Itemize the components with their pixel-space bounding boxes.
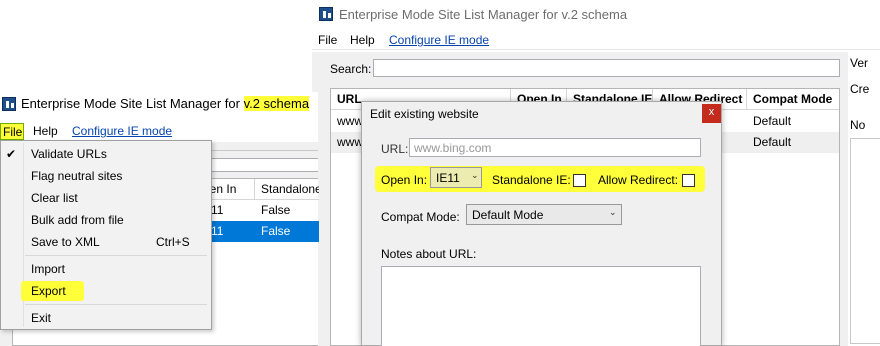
open-in-value: IE11 xyxy=(436,171,460,185)
side-notes-box[interactable] xyxy=(850,138,880,344)
file-menu: ✔ Validate URLs Flag neutral sites Clear… xyxy=(0,140,212,330)
menu-item-export[interactable]: Export xyxy=(1,280,211,302)
search-label: Search: xyxy=(330,62,372,76)
close-icon: x xyxy=(708,106,715,118)
menu-item-label: Exit xyxy=(31,311,52,325)
front-menu-bar: File Help Configure IE mode xyxy=(0,123,318,141)
search-input[interactable] xyxy=(373,59,840,77)
menu-item-label: Export xyxy=(31,284,66,298)
standalone-label: Standalone IE: xyxy=(492,173,571,187)
back-menu-help[interactable]: Help xyxy=(350,33,375,47)
back-app-icon xyxy=(319,7,333,21)
menu-item-label: Validate URLs xyxy=(31,147,107,161)
menu-item-exit[interactable]: Exit xyxy=(1,307,211,329)
row-compat: Default xyxy=(753,114,792,128)
side-label-no: No xyxy=(850,118,866,132)
chevron-down-icon: ⌄ xyxy=(609,207,617,217)
menu-item-validate-urls[interactable]: ✔ Validate URLs xyxy=(1,143,211,165)
menu-item-label: Save to XML xyxy=(31,235,100,249)
menu-item-import[interactable]: Import xyxy=(1,258,211,280)
chevron-down-icon: ⌄ xyxy=(471,170,479,180)
menu-item-label: Flag neutral sites xyxy=(31,169,123,183)
menu-separator xyxy=(25,304,207,305)
front-search-input[interactable] xyxy=(210,158,318,172)
col-header-standalone[interactable]: Standalone xyxy=(255,179,319,200)
back-window-title: Enterprise Mode Site List Manager for v.… xyxy=(339,7,628,22)
row-standalone: False xyxy=(261,224,291,238)
front-toolbar-line xyxy=(210,150,318,151)
front-app-icon xyxy=(2,97,16,111)
open-in-label: Open In: xyxy=(381,173,428,187)
menu-item-shortcut: Ctrl+S xyxy=(156,235,190,249)
edit-dialog: Edit existing website x URL: www.bing.co… xyxy=(361,101,722,346)
back-right-panel: Ver Cre No xyxy=(848,52,880,346)
row-standalone: False xyxy=(261,203,291,217)
menu-item-clear-list[interactable]: Clear list xyxy=(1,187,211,209)
front-menu-help[interactable]: Help xyxy=(33,124,58,138)
menu-item-label: Bulk add from file xyxy=(31,213,124,227)
front-title-highlight: v.2 schema xyxy=(243,96,310,111)
dialog-title: Edit existing website xyxy=(370,107,479,121)
menu-separator xyxy=(25,255,207,256)
back-menu-configure[interactable]: Configure IE mode xyxy=(389,33,489,47)
notes-textarea[interactable] xyxy=(381,266,701,346)
row-open-in: 11 xyxy=(211,224,224,238)
front-title-prefix: Enterprise Mode Site List Manager for xyxy=(21,96,244,111)
url-input[interactable]: www.bing.com xyxy=(409,138,701,157)
menu-item-label: Clear list xyxy=(31,191,78,205)
side-label-cre: Cre xyxy=(850,82,870,96)
allow-redirect-label: Allow Redirect: xyxy=(598,173,679,187)
row-open-in: 11 xyxy=(211,203,224,217)
front-window-title: Enterprise Mode Site List Manager for v.… xyxy=(21,96,310,111)
checkmark-icon: ✔ xyxy=(6,147,17,161)
compat-label: Compat Mode: xyxy=(381,210,460,224)
back-menu-bar: File Help Configure IE mode xyxy=(312,30,880,50)
front-menu-configure[interactable]: Configure IE mode xyxy=(72,124,172,138)
url-label: URL: xyxy=(381,142,409,156)
row-compat: Default xyxy=(753,135,792,149)
menu-item-bulk-add[interactable]: Bulk add from file xyxy=(1,209,211,231)
open-in-dropdown[interactable]: IE11 ⌄ xyxy=(430,167,482,188)
dialog-close-button[interactable]: x xyxy=(702,104,721,123)
back-menu-file[interactable]: File xyxy=(318,33,337,47)
col-header-compat[interactable]: Compat Mode xyxy=(747,89,839,110)
side-label-ver: Ver xyxy=(850,56,869,70)
menu-item-save-xml[interactable]: Save to XML Ctrl+S xyxy=(1,231,211,253)
menu-item-flag-neutral[interactable]: Flag neutral sites xyxy=(1,165,211,187)
compat-dropdown[interactable]: Default Mode ⌄ xyxy=(466,204,622,225)
compat-value: Default Mode xyxy=(472,208,544,222)
standalone-checkbox[interactable] xyxy=(573,174,586,187)
notes-label: Notes about URL: xyxy=(381,247,477,261)
menu-item-label: Import xyxy=(31,262,66,276)
front-menu-file[interactable]: File xyxy=(0,123,24,140)
allow-redirect-checkbox[interactable] xyxy=(682,174,695,187)
url-input-text: www.bing.com xyxy=(414,141,492,155)
